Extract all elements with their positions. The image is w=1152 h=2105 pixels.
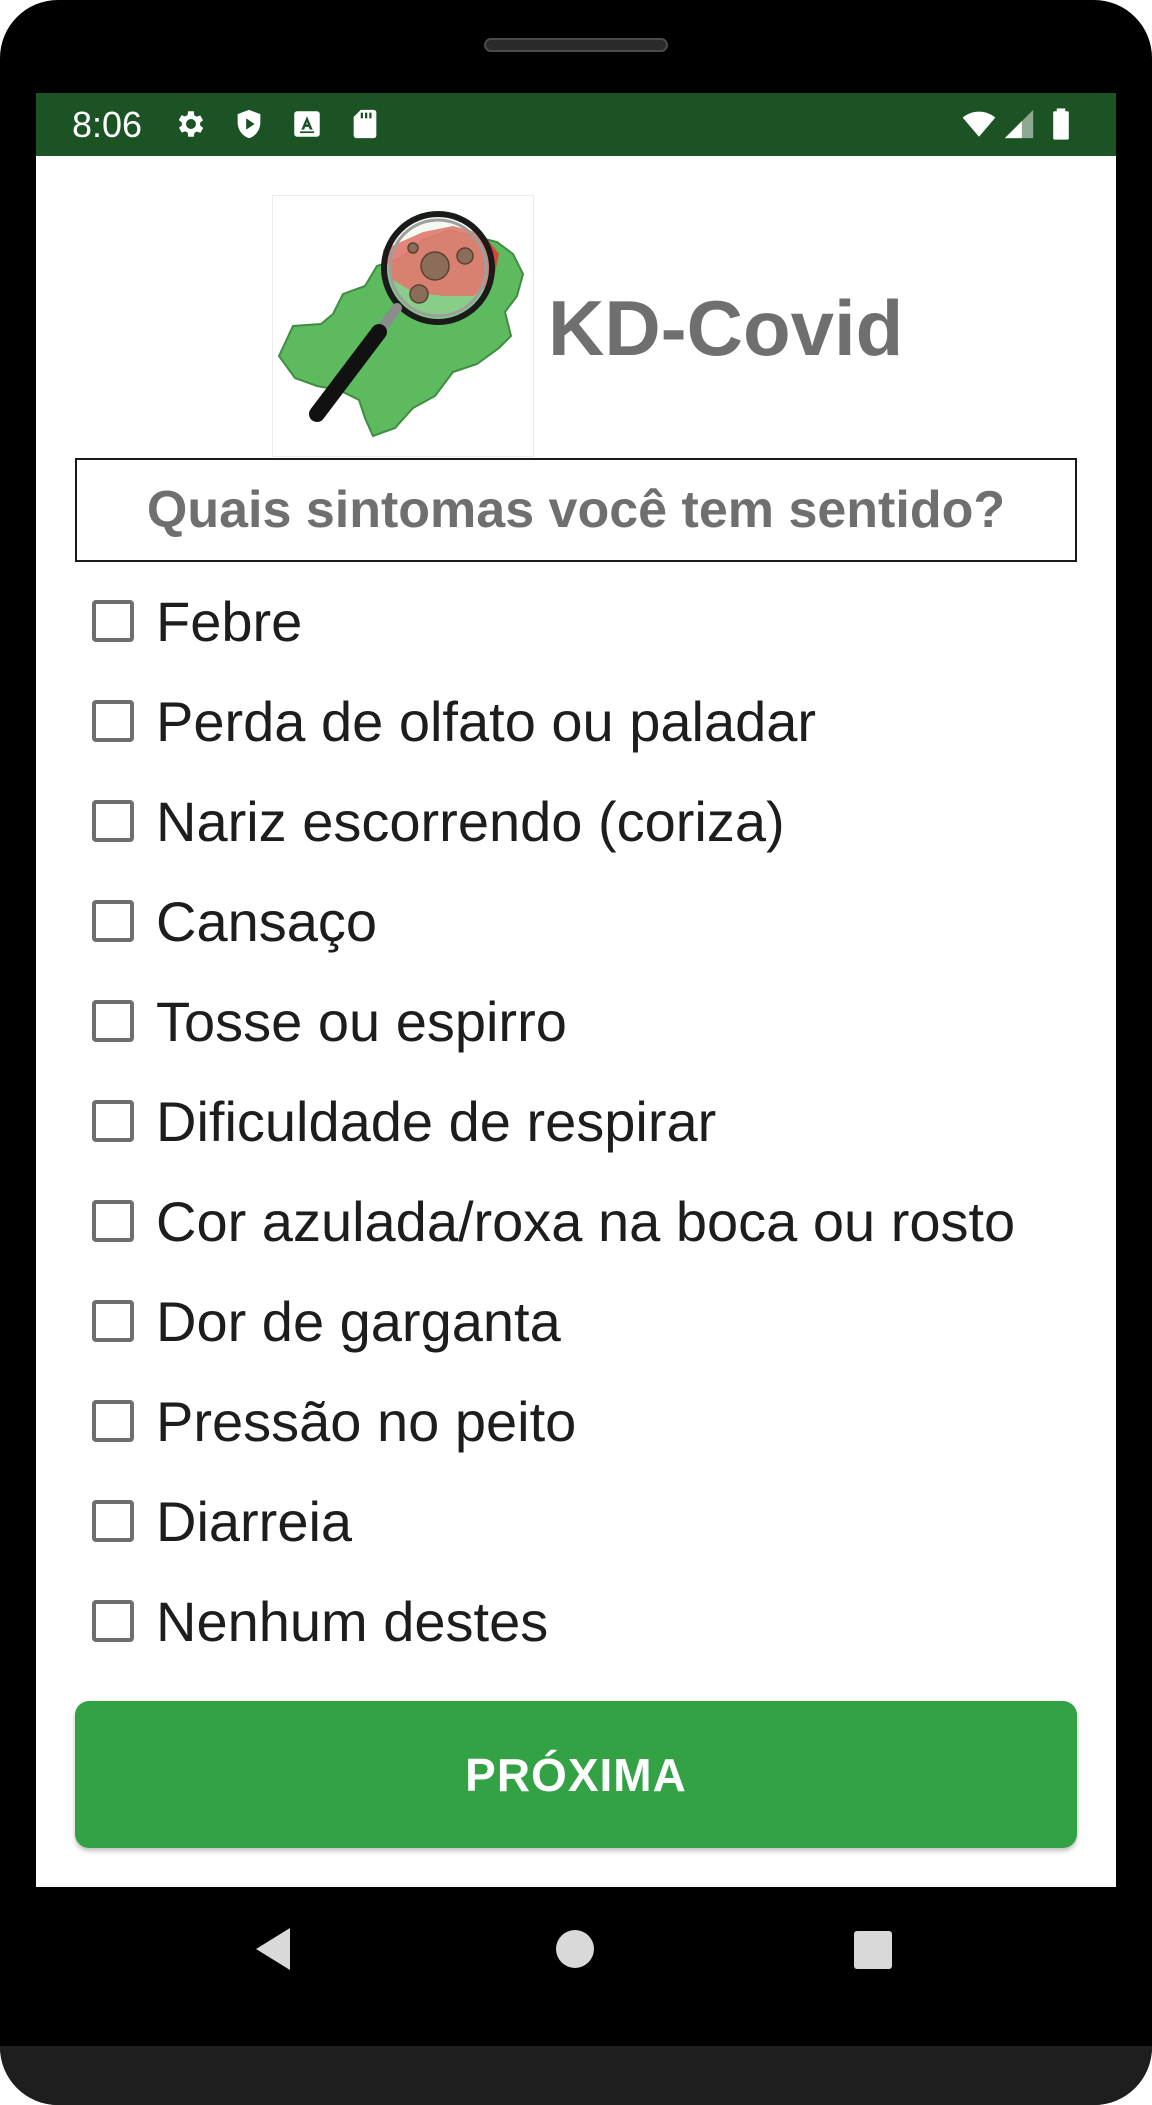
earpiece-speaker bbox=[484, 38, 668, 52]
home-circle-icon[interactable] bbox=[554, 1928, 596, 1970]
next-button-label: PRÓXIMA bbox=[465, 1748, 687, 1801]
gear-icon bbox=[178, 111, 204, 137]
symptom-label: Dificuldade de respirar bbox=[156, 1089, 717, 1153]
symptom-label: Pressão no peito bbox=[156, 1389, 577, 1453]
symptom-item-perda-olfato[interactable]: Perda de olfato ou paladar bbox=[90, 671, 1100, 771]
symptom-item-dor-garganta[interactable]: Dor de garganta bbox=[90, 1271, 1100, 1371]
question-box: Quais sintomas você tem sentido? bbox=[75, 458, 1077, 562]
back-triangle-icon[interactable] bbox=[252, 1926, 294, 1972]
recents-square-icon[interactable] bbox=[852, 1929, 894, 1971]
app-screen: 8:06 KD-Covid Quais sintomas você tem se… bbox=[36, 93, 1116, 1887]
next-button[interactable]: PRÓXIMA bbox=[75, 1701, 1077, 1848]
checkbox[interactable] bbox=[92, 900, 134, 942]
symptom-label: Cansaço bbox=[156, 889, 378, 953]
checkbox[interactable] bbox=[92, 1500, 134, 1542]
cellular-signal-icon bbox=[1004, 109, 1034, 139]
sd-card-icon bbox=[353, 109, 377, 139]
text-a-icon bbox=[294, 111, 320, 137]
checkbox[interactable] bbox=[92, 1600, 134, 1642]
symptom-label: Febre bbox=[156, 589, 303, 653]
symptom-label: Nenhum destes bbox=[156, 1589, 549, 1653]
symptom-item-nariz-escorrendo[interactable]: Nariz escorrendo (coriza) bbox=[90, 771, 1100, 871]
app-title: KD-Covid bbox=[548, 284, 904, 372]
device-bottom-edge bbox=[0, 2046, 1152, 2105]
status-bar: 8:06 bbox=[36, 93, 1116, 156]
shield-play-icon bbox=[237, 109, 261, 139]
wifi-icon bbox=[962, 111, 996, 137]
question-text: Quais sintomas você tem sentido? bbox=[146, 481, 1006, 539]
symptom-item-cor-azulada[interactable]: Cor azulada/roxa na boca ou rosto bbox=[90, 1171, 1100, 1271]
checkbox[interactable] bbox=[92, 600, 134, 642]
symptom-item-cansaco[interactable]: Cansaço bbox=[90, 871, 1100, 971]
checkbox[interactable] bbox=[92, 1300, 134, 1342]
symptom-item-febre[interactable]: Febre bbox=[90, 571, 1100, 671]
magnifier-over-map-logo bbox=[277, 211, 525, 438]
symptom-label: Cor azulada/roxa na boca ou rosto bbox=[156, 1189, 1016, 1253]
symptom-list: Febre Perda de olfato ou paladar Nariz e… bbox=[90, 571, 1100, 1671]
symptom-item-pressao-peito[interactable]: Pressão no peito bbox=[90, 1371, 1100, 1471]
symptom-item-tosse[interactable]: Tosse ou espirro bbox=[90, 971, 1100, 1071]
checkbox[interactable] bbox=[92, 700, 134, 742]
symptom-item-nenhum[interactable]: Nenhum destes bbox=[90, 1571, 1100, 1671]
checkbox[interactable] bbox=[92, 1400, 134, 1442]
status-time: 8:06 bbox=[72, 104, 143, 145]
app-logo bbox=[272, 195, 534, 457]
symptom-label: Perda de olfato ou paladar bbox=[156, 689, 817, 753]
checkbox[interactable] bbox=[92, 1200, 134, 1242]
symptom-label: Diarreia bbox=[156, 1489, 353, 1553]
checkbox[interactable] bbox=[92, 800, 134, 842]
symptom-label: Tosse ou espirro bbox=[156, 989, 567, 1053]
phone-device-frame: 8:06 KD-Covid Quais sintomas você tem se… bbox=[0, 0, 1152, 2105]
symptom-item-dificuldade-respirar[interactable]: Dificuldade de respirar bbox=[90, 1071, 1100, 1171]
symptom-item-diarreia[interactable]: Diarreia bbox=[90, 1471, 1100, 1571]
battery-icon bbox=[1053, 108, 1069, 140]
checkbox[interactable] bbox=[92, 1000, 134, 1042]
symptom-label: Nariz escorrendo (coriza) bbox=[156, 789, 785, 853]
symptom-label: Dor de garganta bbox=[156, 1289, 561, 1353]
checkbox[interactable] bbox=[92, 1100, 134, 1142]
